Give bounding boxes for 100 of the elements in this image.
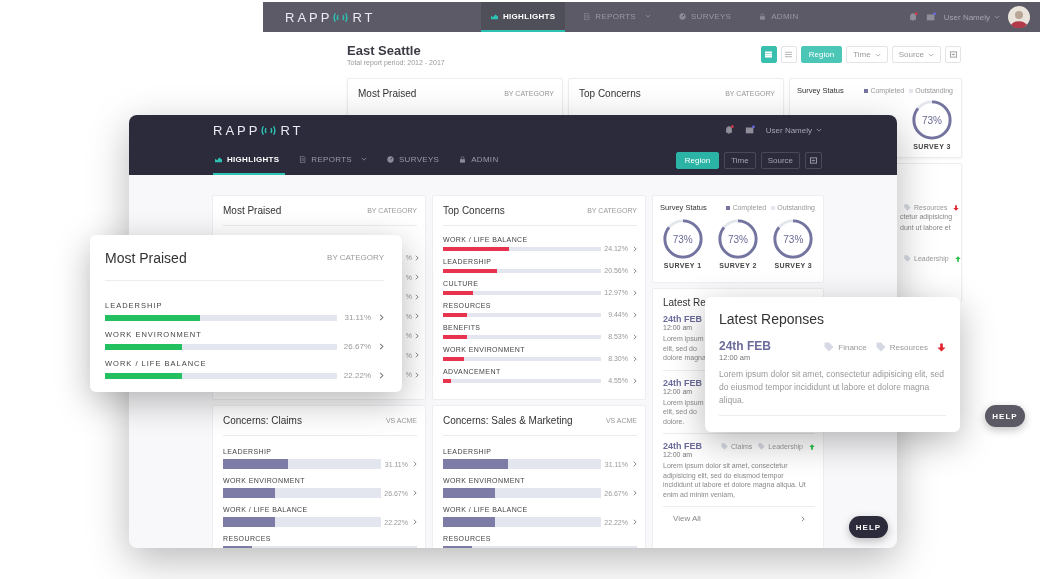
list-icon <box>785 51 793 58</box>
avatar[interactable] <box>1008 6 1030 28</box>
chevron-icon <box>415 352 419 359</box>
ring-value: 73% <box>672 233 693 245</box>
nav-tab[interactable]: HIGHLIGHTS <box>481 2 566 32</box>
chart-icon <box>491 12 498 20</box>
logo-text: RT <box>352 9 376 25</box>
response-date: 24th FEB <box>719 339 771 353</box>
tag-icon <box>875 342 886 352</box>
chevron-icon <box>801 515 805 522</box>
nav-tab[interactable]: ADMIN <box>459 145 505 175</box>
tag-icon <box>904 204 911 211</box>
card-title: Most Praised <box>105 249 187 266</box>
tag-icon <box>824 342 835 352</box>
card-title: Concerns: Sales & Marketing <box>443 415 573 426</box>
percentage: 22.22% <box>342 371 371 380</box>
filter-button[interactable]: Source <box>760 151 800 169</box>
filter-button[interactable]: Time <box>724 151 756 169</box>
chevron-icon <box>633 267 637 274</box>
export-icon <box>949 51 957 58</box>
percentage: 31.11% <box>343 313 371 322</box>
chevron-icon <box>633 461 637 467</box>
card-title: Latest Re <box>663 297 707 308</box>
grid-view-button[interactable] <box>760 46 777 63</box>
chevron-icon <box>633 333 637 340</box>
chevron-icon <box>633 377 637 384</box>
list-view-button[interactable] <box>780 46 797 63</box>
legend-swatch <box>726 205 731 210</box>
chevron-icon <box>633 355 637 362</box>
card-title: Top Concerns <box>443 205 505 216</box>
card-subtitle: BY CATEGORY <box>327 253 384 262</box>
dial-icon <box>679 12 686 20</box>
legend-swatch <box>909 88 914 93</box>
export-icon <box>810 156 817 164</box>
chevron-icon <box>415 371 419 378</box>
chevron-icon <box>415 293 419 300</box>
chevron-icon <box>415 274 419 281</box>
nav-tab[interactable]: HIGHLIGHTS <box>213 145 286 175</box>
legend-swatch <box>771 205 776 210</box>
chevron-icon <box>633 490 637 496</box>
filter-button[interactable]: Time <box>846 46 888 63</box>
tag-label: Resources <box>889 342 928 352</box>
document-icon <box>299 155 307 163</box>
chart-icon <box>215 155 222 163</box>
signal-waves-icon <box>260 124 278 136</box>
filter-button[interactable]: Source <box>891 46 941 63</box>
logo-text: RT <box>280 122 304 138</box>
chevron-icon <box>379 343 384 350</box>
ring-value: 73% <box>783 233 804 245</box>
chevron-icon <box>379 314 384 321</box>
tag-label: Finance <box>838 342 867 352</box>
chevron-icon <box>415 254 419 261</box>
caret-icon <box>816 128 822 132</box>
user-menu[interactable]: User Namely <box>943 12 1000 22</box>
signal-waves-icon <box>332 11 350 23</box>
chevron-icon <box>415 332 419 339</box>
view-all-link[interactable]: View All <box>663 514 815 523</box>
chevron-icon <box>633 311 637 318</box>
bell-icon[interactable] <box>907 12 918 22</box>
export-button[interactable] <box>805 151 822 169</box>
user-menu[interactable]: User Namely <box>765 125 822 135</box>
bell-icon[interactable] <box>723 125 734 135</box>
card-title: Most Praised <box>358 88 417 99</box>
card-title: Most Praised <box>223 205 282 216</box>
logo-text: RAPP <box>285 9 333 25</box>
chevron-icon <box>379 372 384 379</box>
chevron-icon <box>633 245 637 252</box>
response-date: 24th FEB <box>663 314 702 324</box>
grid-icon <box>765 51 773 58</box>
help-button[interactable]: HELP <box>849 516 888 538</box>
chevron-icon <box>413 519 417 525</box>
card-title: Concerns: Claims <box>223 415 302 426</box>
card-title: Latest Reponses <box>719 311 826 327</box>
document-icon <box>583 12 591 20</box>
card-title: Top Concerns <box>579 88 641 99</box>
tag-icon <box>904 255 911 262</box>
dial-icon <box>387 155 394 163</box>
nav-tab[interactable]: SURVEYS <box>387 145 446 175</box>
chevron-icon <box>413 490 417 496</box>
chevron-icon <box>633 289 637 296</box>
mail-icon[interactable] <box>925 12 936 22</box>
mail-icon[interactable] <box>744 125 755 135</box>
tag-icon <box>720 443 728 450</box>
help-button[interactable]: HELP <box>985 405 1025 427</box>
response-text: Lorem ipsum dolor sit amet, consectetur adipisicing elit, sed do eiusmod tempor incididunt ut labore et dolore magna aliqua. <box>719 368 945 407</box>
percentage: 26.67% <box>342 342 371 351</box>
page-title: East Seattle <box>347 43 422 58</box>
logo-text: RAPP <box>213 122 261 138</box>
legend-swatch <box>864 88 869 93</box>
nav-tab[interactable]: REPORTS <box>299 145 373 175</box>
chevron-icon <box>413 461 417 467</box>
response-date: 24th FEB <box>663 377 702 388</box>
chevron-icon <box>633 519 637 525</box>
caret-icon <box>994 15 1000 19</box>
ring-value: 73% <box>728 233 748 245</box>
ring-value: 73% <box>922 114 942 126</box>
chevron-icon <box>415 313 419 320</box>
response-date: 24th FEB <box>663 441 702 451</box>
lock-icon <box>459 155 467 163</box>
tag-icon <box>758 443 766 450</box>
